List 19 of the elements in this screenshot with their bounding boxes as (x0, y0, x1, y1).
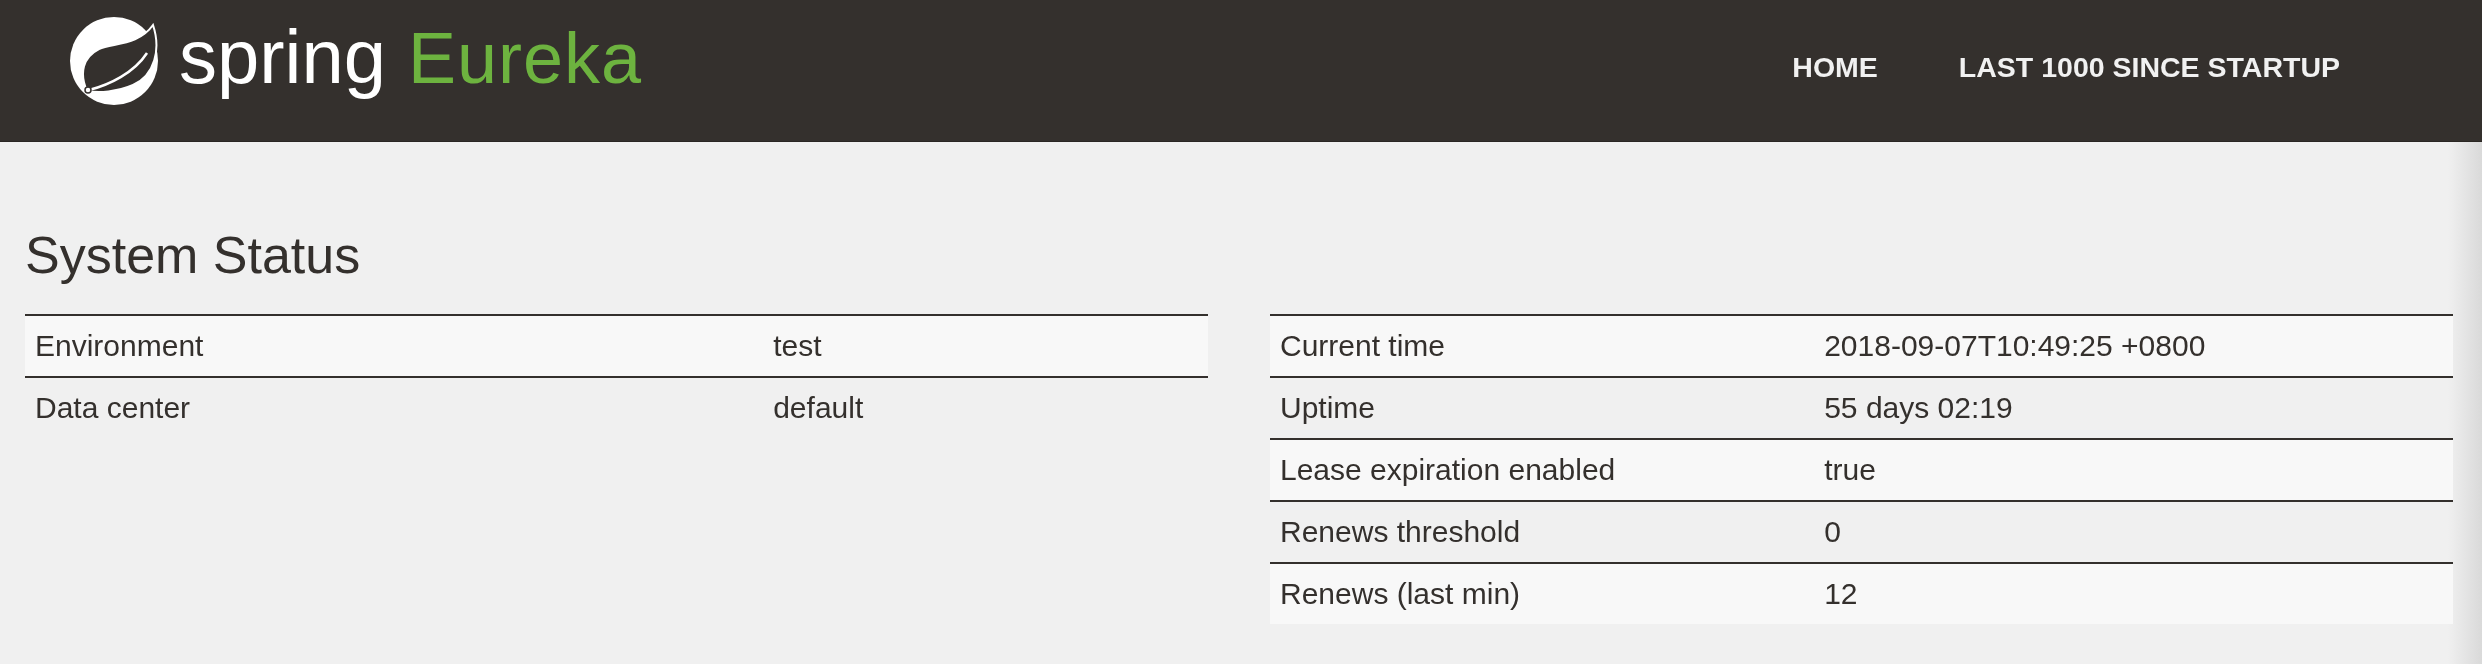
table-cell: Lease expiration enabled (1270, 440, 1815, 500)
table-cell-text: default (772, 390, 865, 426)
table-cell: 12 (1814, 564, 2453, 624)
table-cell: Environment (25, 316, 764, 376)
table-cell-text: Renews threshold (1279, 514, 1522, 550)
table-cell: test (763, 316, 1208, 376)
table-cell-text: 55 days 02:19 (1823, 390, 2014, 426)
leaf-icon (69, 16, 159, 106)
table-cell: 2018-09-07T10:49:25 +0800 (1814, 316, 2453, 376)
section-title: System Status (25, 225, 362, 285)
nav-link[interactable]: HOME (1792, 50, 1878, 84)
table-cell-text: 0 (1823, 514, 1842, 550)
table-cell-text: Uptime (1279, 390, 1377, 426)
product-name: Eureka (408, 20, 643, 96)
table-cell-text: Data center (34, 390, 192, 426)
nav-link[interactable]: LAST 1000 SINCE STARTUP (1958, 50, 2340, 84)
table-cell: Renews (last min) (1270, 564, 1815, 624)
table-cell: true (1814, 440, 2453, 500)
table-cell: Current time (1270, 316, 1815, 376)
